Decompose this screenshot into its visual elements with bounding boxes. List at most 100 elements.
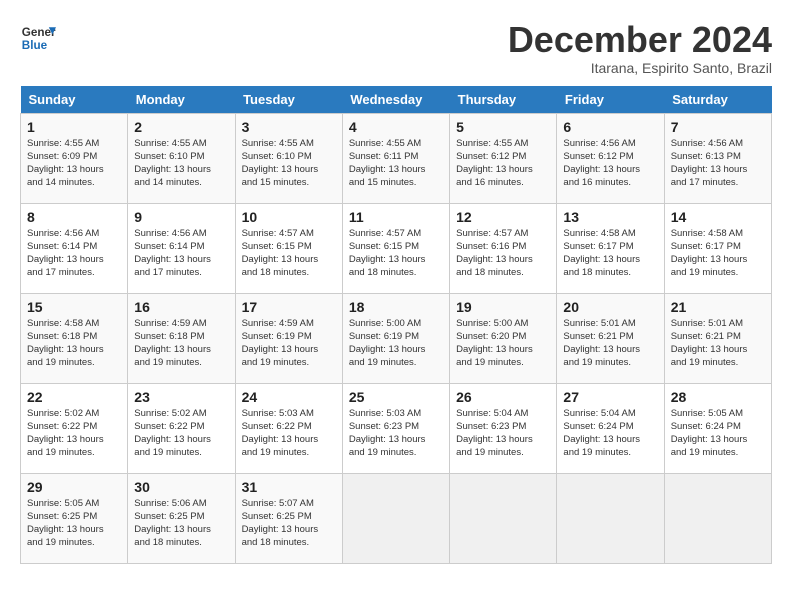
- day-number: 16: [134, 299, 228, 315]
- day-cell: 9Sunrise: 4:56 AM Sunset: 6:14 PM Daylig…: [128, 203, 235, 293]
- page-header: General Blue December 2024 Itarana, Espi…: [20, 20, 772, 76]
- day-cell: 14 Sunrise: 4:58 AM Sunset: 6:17 PM Dayli…: [664, 203, 771, 293]
- calendar-table: SundayMondayTuesdayWednesdayThursdayFrid…: [20, 86, 772, 564]
- day-info: Sunrise: 5:07 AM Sunset: 6:25 PM Dayligh…: [242, 497, 336, 550]
- day-cell: 30 Sunrise: 5:06 AM Sunset: 6:25 PM Dayli…: [128, 473, 235, 563]
- logo: General Blue: [20, 20, 56, 56]
- day-number: 6: [563, 119, 657, 135]
- day-number: 17: [242, 299, 336, 315]
- day-cell: 27 Sunrise: 5:04 AM Sunset: 6:24 PM Dayli…: [557, 383, 664, 473]
- day-cell: 17 Sunrise: 4:59 AM Sunset: 6:19 PM Dayli…: [235, 293, 342, 383]
- day-number: 7: [671, 119, 765, 135]
- day-number: 22: [27, 389, 121, 405]
- day-number: 3: [242, 119, 336, 135]
- svg-text:Blue: Blue: [22, 39, 48, 52]
- day-cell: 8 Sunrise: 4:56 AM Sunset: 6:14 PM Daylig…: [21, 203, 128, 293]
- day-number: 11: [349, 209, 443, 225]
- day-cell: 25Sunrise: 5:03 AM Sunset: 6:23 PM Dayli…: [342, 383, 449, 473]
- day-info: Sunrise: 4:55 AM Sunset: 6:09 PM Dayligh…: [27, 137, 121, 190]
- day-info: Sunrise: 5:06 AM Sunset: 6:25 PM Dayligh…: [134, 497, 228, 550]
- day-info: Sunrise: 5:05 AM Sunset: 6:25 PM Dayligh…: [27, 497, 121, 550]
- day-info: Sunrise: 4:59 AM Sunset: 6:18 PM Dayligh…: [134, 317, 228, 370]
- day-header-friday: Friday: [557, 86, 664, 114]
- day-number: 5: [456, 119, 550, 135]
- day-number: 18: [349, 299, 443, 315]
- day-cell: 22 Sunrise: 5:02 AM Sunset: 6:22 PM Dayli…: [21, 383, 128, 473]
- day-info: Sunrise: 5:04 AM Sunset: 6:24 PM Dayligh…: [563, 407, 657, 460]
- day-cell: 2 Sunrise: 4:55 AM Sunset: 6:10 PM Daylig…: [128, 113, 235, 203]
- day-cell: 20 Sunrise: 5:01 AM Sunset: 6:21 PM Dayli…: [557, 293, 664, 383]
- week-row-4: 22 Sunrise: 5:02 AM Sunset: 6:22 PM Dayli…: [21, 383, 772, 473]
- day-number: 27: [563, 389, 657, 405]
- day-info: Sunrise: 4:56 AM Sunset: 6:14 PM Dayligh…: [134, 227, 228, 280]
- week-row-5: 29 Sunrise: 5:05 AM Sunset: 6:25 PM Dayli…: [21, 473, 772, 563]
- day-info: Sunrise: 4:56 AM Sunset: 6:14 PM Dayligh…: [27, 227, 121, 280]
- day-number: 28: [671, 389, 765, 405]
- day-number: 30: [134, 479, 228, 495]
- day-info: Sunrise: 5:02 AM Sunset: 6:22 PM Dayligh…: [27, 407, 121, 460]
- day-number: 8: [27, 209, 121, 225]
- day-cell: [664, 473, 771, 563]
- day-cell: [342, 473, 449, 563]
- day-info: Sunrise: 4:57 AM Sunset: 6:15 PM Dayligh…: [242, 227, 336, 280]
- day-number: 21: [671, 299, 765, 315]
- day-info: Sunrise: 5:03 AM Sunset: 6:22 PM Dayligh…: [242, 407, 336, 460]
- day-cell: 19 Sunrise: 5:00 AM Sunset: 6:20 PM Dayli…: [450, 293, 557, 383]
- day-info: Sunrise: 4:58 AM Sunset: 6:18 PM Dayligh…: [27, 317, 121, 370]
- day-cell: 5 Sunrise: 4:55 AM Sunset: 6:12 PM Daylig…: [450, 113, 557, 203]
- day-info: Sunrise: 4:55 AM Sunset: 6:10 PM Dayligh…: [134, 137, 228, 190]
- location: Itarana, Espirito Santo, Brazil: [508, 60, 772, 76]
- day-number: 14: [671, 209, 765, 225]
- day-info: Sunrise: 4:56 AM Sunset: 6:13 PM Dayligh…: [671, 137, 765, 190]
- month-title: December 2024: [508, 20, 772, 60]
- day-info: Sunrise: 4:55 AM Sunset: 6:11 PM Dayligh…: [349, 137, 443, 190]
- day-info: Sunrise: 4:56 AM Sunset: 6:12 PM Dayligh…: [563, 137, 657, 190]
- day-cell: 23Sunrise: 5:02 AM Sunset: 6:22 PM Dayli…: [128, 383, 235, 473]
- day-info: Sunrise: 4:58 AM Sunset: 6:17 PM Dayligh…: [671, 227, 765, 280]
- week-row-2: 8 Sunrise: 4:56 AM Sunset: 6:14 PM Daylig…: [21, 203, 772, 293]
- day-cell: 24 Sunrise: 5:03 AM Sunset: 6:22 PM Dayli…: [235, 383, 342, 473]
- day-info: Sunrise: 4:55 AM Sunset: 6:10 PM Dayligh…: [242, 137, 336, 190]
- day-cell: 28 Sunrise: 5:05 AM Sunset: 6:24 PM Dayli…: [664, 383, 771, 473]
- day-number: 10: [242, 209, 336, 225]
- day-number: 24: [242, 389, 336, 405]
- day-cell: 18 Sunrise: 5:00 AM Sunset: 6:19 PM Dayli…: [342, 293, 449, 383]
- day-info: Sunrise: 5:00 AM Sunset: 6:19 PM Dayligh…: [349, 317, 443, 370]
- header-row: SundayMondayTuesdayWednesdayThursdayFrid…: [21, 86, 772, 114]
- day-info: Sunrise: 4:57 AM Sunset: 6:15 PM Dayligh…: [349, 227, 443, 280]
- day-cell: 31 Sunrise: 5:07 AM Sunset: 6:25 PM Dayli…: [235, 473, 342, 563]
- day-header-wednesday: Wednesday: [342, 86, 449, 114]
- day-info: Sunrise: 5:05 AM Sunset: 6:24 PM Dayligh…: [671, 407, 765, 460]
- day-cell: 7 Sunrise: 4:56 AM Sunset: 6:13 PM Daylig…: [664, 113, 771, 203]
- day-info: Sunrise: 5:00 AM Sunset: 6:20 PM Dayligh…: [456, 317, 550, 370]
- day-cell: 1Sunrise: 4:55 AM Sunset: 6:09 PM Daylig…: [21, 113, 128, 203]
- day-number: 23: [134, 389, 228, 405]
- day-number: 19: [456, 299, 550, 315]
- day-info: Sunrise: 4:58 AM Sunset: 6:17 PM Dayligh…: [563, 227, 657, 280]
- day-header-tuesday: Tuesday: [235, 86, 342, 114]
- day-number: 12: [456, 209, 550, 225]
- day-cell: 6 Sunrise: 4:56 AM Sunset: 6:12 PM Daylig…: [557, 113, 664, 203]
- day-cell: 12 Sunrise: 4:57 AM Sunset: 6:16 PM Dayli…: [450, 203, 557, 293]
- day-number: 2: [134, 119, 228, 135]
- day-info: Sunrise: 4:55 AM Sunset: 6:12 PM Dayligh…: [456, 137, 550, 190]
- day-cell: 15Sunrise: 4:58 AM Sunset: 6:18 PM Dayli…: [21, 293, 128, 383]
- day-cell: 4 Sunrise: 4:55 AM Sunset: 6:11 PM Daylig…: [342, 113, 449, 203]
- week-row-3: 15Sunrise: 4:58 AM Sunset: 6:18 PM Dayli…: [21, 293, 772, 383]
- day-cell: 16 Sunrise: 4:59 AM Sunset: 6:18 PM Dayli…: [128, 293, 235, 383]
- day-number: 4: [349, 119, 443, 135]
- day-info: Sunrise: 5:04 AM Sunset: 6:23 PM Dayligh…: [456, 407, 550, 460]
- day-header-saturday: Saturday: [664, 86, 771, 114]
- day-header-monday: Monday: [128, 86, 235, 114]
- day-number: 20: [563, 299, 657, 315]
- day-cell: 11 Sunrise: 4:57 AM Sunset: 6:15 PM Dayli…: [342, 203, 449, 293]
- day-number: 29: [27, 479, 121, 495]
- day-info: Sunrise: 5:01 AM Sunset: 6:21 PM Dayligh…: [563, 317, 657, 370]
- title-block: December 2024 Itarana, Espirito Santo, B…: [508, 20, 772, 76]
- day-number: 31: [242, 479, 336, 495]
- day-cell: 10 Sunrise: 4:57 AM Sunset: 6:15 PM Dayli…: [235, 203, 342, 293]
- day-info: Sunrise: 4:59 AM Sunset: 6:19 PM Dayligh…: [242, 317, 336, 370]
- day-info: Sunrise: 4:57 AM Sunset: 6:16 PM Dayligh…: [456, 227, 550, 280]
- day-cell: 3 Sunrise: 4:55 AM Sunset: 6:10 PM Daylig…: [235, 113, 342, 203]
- day-info: Sunrise: 5:03 AM Sunset: 6:23 PM Dayligh…: [349, 407, 443, 460]
